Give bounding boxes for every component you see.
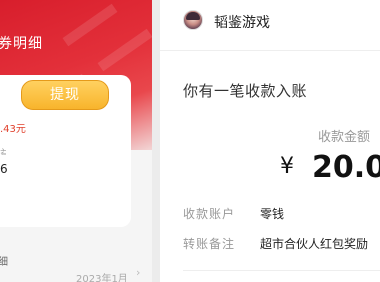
avatar[interactable] [183,10,203,30]
balance-card: 提现 .43元 益 6 [0,75,131,227]
earnings-label: 益 [0,149,6,155]
payment-notification-panel: 韬鉴游戏 你有一笔收款入账 收款金额 ¥ 20.0 收款账户 零钱 转账备注 超… [160,0,380,282]
banner-decoration [97,28,152,72]
chevron-right-icon[interactable]: › [136,266,140,279]
amount-label: 收款金额 [318,130,371,145]
account-label: 收款账户 [183,207,236,221]
date-filter[interactable]: 2023年1月 [76,270,128,282]
notification-title: 你有一笔收款入账 [183,82,308,100]
currency-symbol: ¥ [280,154,294,179]
page-title: 券明细 [0,36,43,52]
screenshot-stage: 券明细 提现 .43元 益 6 细 2023年1月 › 韬鉴游戏 你有一笔收款入… [0,0,380,282]
avatar-hair [186,12,200,20]
account-value: 零钱 [260,207,285,221]
banner-decoration [62,3,118,47]
remark-label: 转账备注 [183,237,236,251]
earnings-value: 6 [0,162,8,176]
remark-value: 超市合伙人红包奖励 [260,237,369,251]
sender-name[interactable]: 韬鉴游戏 [214,12,270,32]
wallet-detail-panel: 券明细 提现 .43元 益 6 细 2023年1月 › [0,0,152,282]
withdraw-button[interactable]: 提现 [21,80,109,110]
header-divider [160,50,380,51]
panel-divider [152,0,160,282]
amount-value: 20.0 [312,150,380,185]
footer-divider [183,270,380,271]
balance-amount: .43元 [0,124,26,135]
detail-section-label: 细 [0,257,8,268]
